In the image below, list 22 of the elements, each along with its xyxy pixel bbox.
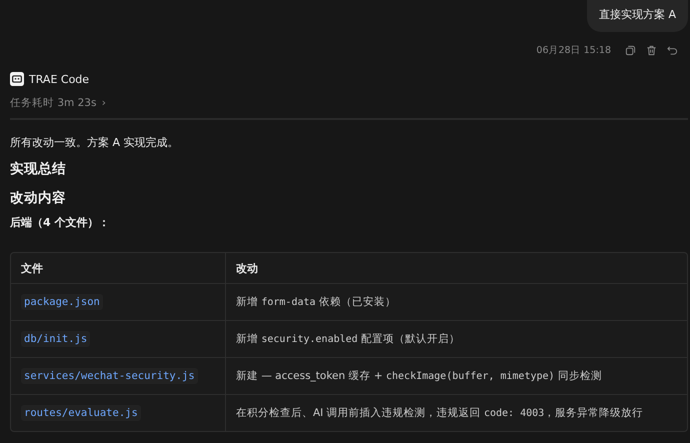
summary-text: 所有改动一致。方案 A 实现完成。 — [10, 136, 180, 150]
subheading: 后端（4 个文件）： — [10, 216, 110, 230]
change-description: 新增 form-data 依赖（已安装） — [236, 295, 396, 309]
section-heading: 改动内容 — [10, 189, 67, 208]
copy-icon[interactable] — [625, 44, 636, 56]
assistant-name: TRAE Code — [29, 72, 90, 86]
duration-toggle[interactable]: 任务耗时 3m 23s › — [10, 96, 106, 110]
change-description: 新增 security.enabled 配置项（默认开启） — [236, 332, 460, 346]
file-name: package.json — [21, 294, 103, 310]
file-name: db/init.js — [21, 331, 90, 347]
column-header: 改动 — [235, 260, 259, 276]
change-description: 新建 — access_token 缓存 + checkImage(buffer, mimetype) 同步检测 — [236, 369, 602, 383]
section-heading: 实现总结 — [10, 160, 67, 179]
undo-icon[interactable] — [667, 44, 678, 56]
file-name: services/wechat-security.js — [21, 368, 198, 384]
timestamp: 06月28日 15:18 — [536, 44, 611, 56]
robot-icon — [10, 72, 24, 86]
user-message: 直接实现方案 A — [586, 0, 688, 32]
column-header: 文件 — [11, 253, 226, 283]
trash-icon[interactable] — [646, 44, 657, 56]
file-name: routes/evaluate.js — [21, 405, 141, 421]
change-description: 在积分检查后、AI 调用前插入违规检测，违规返回 code: 4003，服务异常降级放行 — [236, 406, 644, 420]
